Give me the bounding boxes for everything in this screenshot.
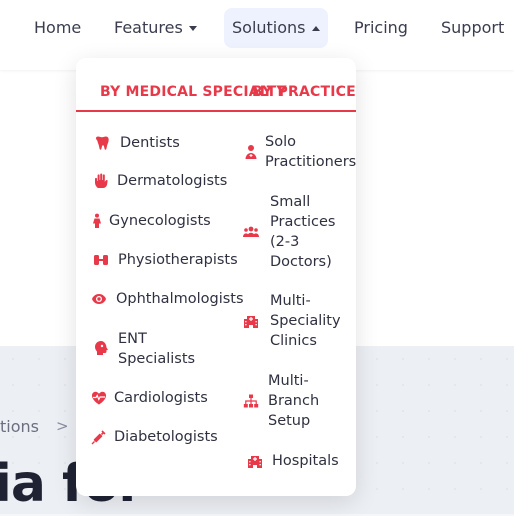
heartbeat-icon <box>90 389 108 407</box>
nav-home[interactable]: Home <box>34 8 81 48</box>
eye-icon <box>90 290 108 308</box>
tab-by-practice[interactable]: BY PRACTICE <box>252 84 356 100</box>
menu-item-physiotherapists[interactable]: Physiotherapists <box>92 250 238 270</box>
nav-pricing-label: Pricing <box>354 18 408 37</box>
hospital-icon <box>246 452 264 470</box>
menu-item-label: Dentists <box>120 135 180 151</box>
menu-item-solo-practitioners[interactable]: Solo Practitioners <box>242 132 356 172</box>
nav-features[interactable]: Features <box>114 8 197 48</box>
doctor-icon <box>242 143 260 161</box>
nav-support-label: Support <box>441 18 505 37</box>
menu-item-label: Cardiologists <box>114 390 208 406</box>
hand-icon <box>93 172 111 190</box>
menu-item-label: ENT Specialists <box>118 331 196 367</box>
menu-item-diabetologists[interactable]: Diabetologists <box>90 427 218 447</box>
menu-item-hospitals[interactable]: Hospitals <box>246 451 339 471</box>
chevron-down-icon <box>188 26 197 31</box>
nav-support[interactable]: Support <box>441 8 504 48</box>
menu-item-multi-branch-setup[interactable]: Multi- Branch Setup <box>242 371 319 431</box>
menu-item-label: Ophthalmologists <box>116 291 244 307</box>
nav-home-label: Home <box>34 18 82 37</box>
tab-active-underline <box>76 110 272 112</box>
menu-item-small-practices[interactable]: Small Practices (2-3 Doctors) <box>242 192 335 272</box>
menu-item-label: Gynecologists <box>109 213 211 229</box>
nav-pricing[interactable]: Pricing <box>354 8 408 48</box>
users-icon <box>242 223 260 241</box>
dumbbell-icon <box>92 251 110 269</box>
solutions-dropdown-menu: BY MEDICAL SPECIALTY BY PRACTICE Dentist… <box>76 58 356 496</box>
menu-item-label: Small Practices (2-3 Doctors) <box>270 194 336 270</box>
female-icon <box>88 212 106 230</box>
head-side-icon <box>92 339 110 357</box>
tooth-icon <box>93 134 111 152</box>
menu-item-label: Diabetologists <box>114 429 218 445</box>
sitemap-icon <box>242 392 260 410</box>
chevron-up-icon <box>311 26 320 31</box>
tab-underline <box>256 110 356 112</box>
menu-item-ophthalmologists[interactable]: Ophthalmologists <box>90 289 244 309</box>
menu-item-label: Dermatologists <box>117 173 228 189</box>
menu-item-dermatologists[interactable]: Dermatologists <box>93 171 227 191</box>
menu-item-label: Physiotherapists <box>118 252 238 268</box>
nav-features-label: Features <box>114 18 183 37</box>
menu-item-ent-specialists[interactable]: ENT Specialists <box>92 329 195 369</box>
breadcrumb-item[interactable]: tions <box>0 417 39 436</box>
menu-item-label: Multi- Branch Setup <box>268 373 320 429</box>
syringe-icon <box>90 428 108 446</box>
menu-item-label: Solo Practitioners <box>265 134 357 170</box>
nav-solutions-label: Solutions <box>232 18 306 37</box>
breadcrumb-separator: > <box>56 417 69 435</box>
menu-item-gynecologists[interactable]: Gynecologists <box>88 211 211 231</box>
menu-item-label: Hospitals <box>272 453 339 469</box>
menu-item-dentists[interactable]: Dentists <box>93 133 180 153</box>
menu-item-multi-speciality-clinics[interactable]: Multi- Speciality Clinics <box>242 291 341 351</box>
hospital-icon <box>242 312 260 330</box>
nav-solutions[interactable]: Solutions <box>224 8 328 48</box>
menu-item-label: Multi- Speciality Clinics <box>270 293 341 349</box>
menu-item-cardiologists[interactable]: Cardiologists <box>90 388 208 408</box>
